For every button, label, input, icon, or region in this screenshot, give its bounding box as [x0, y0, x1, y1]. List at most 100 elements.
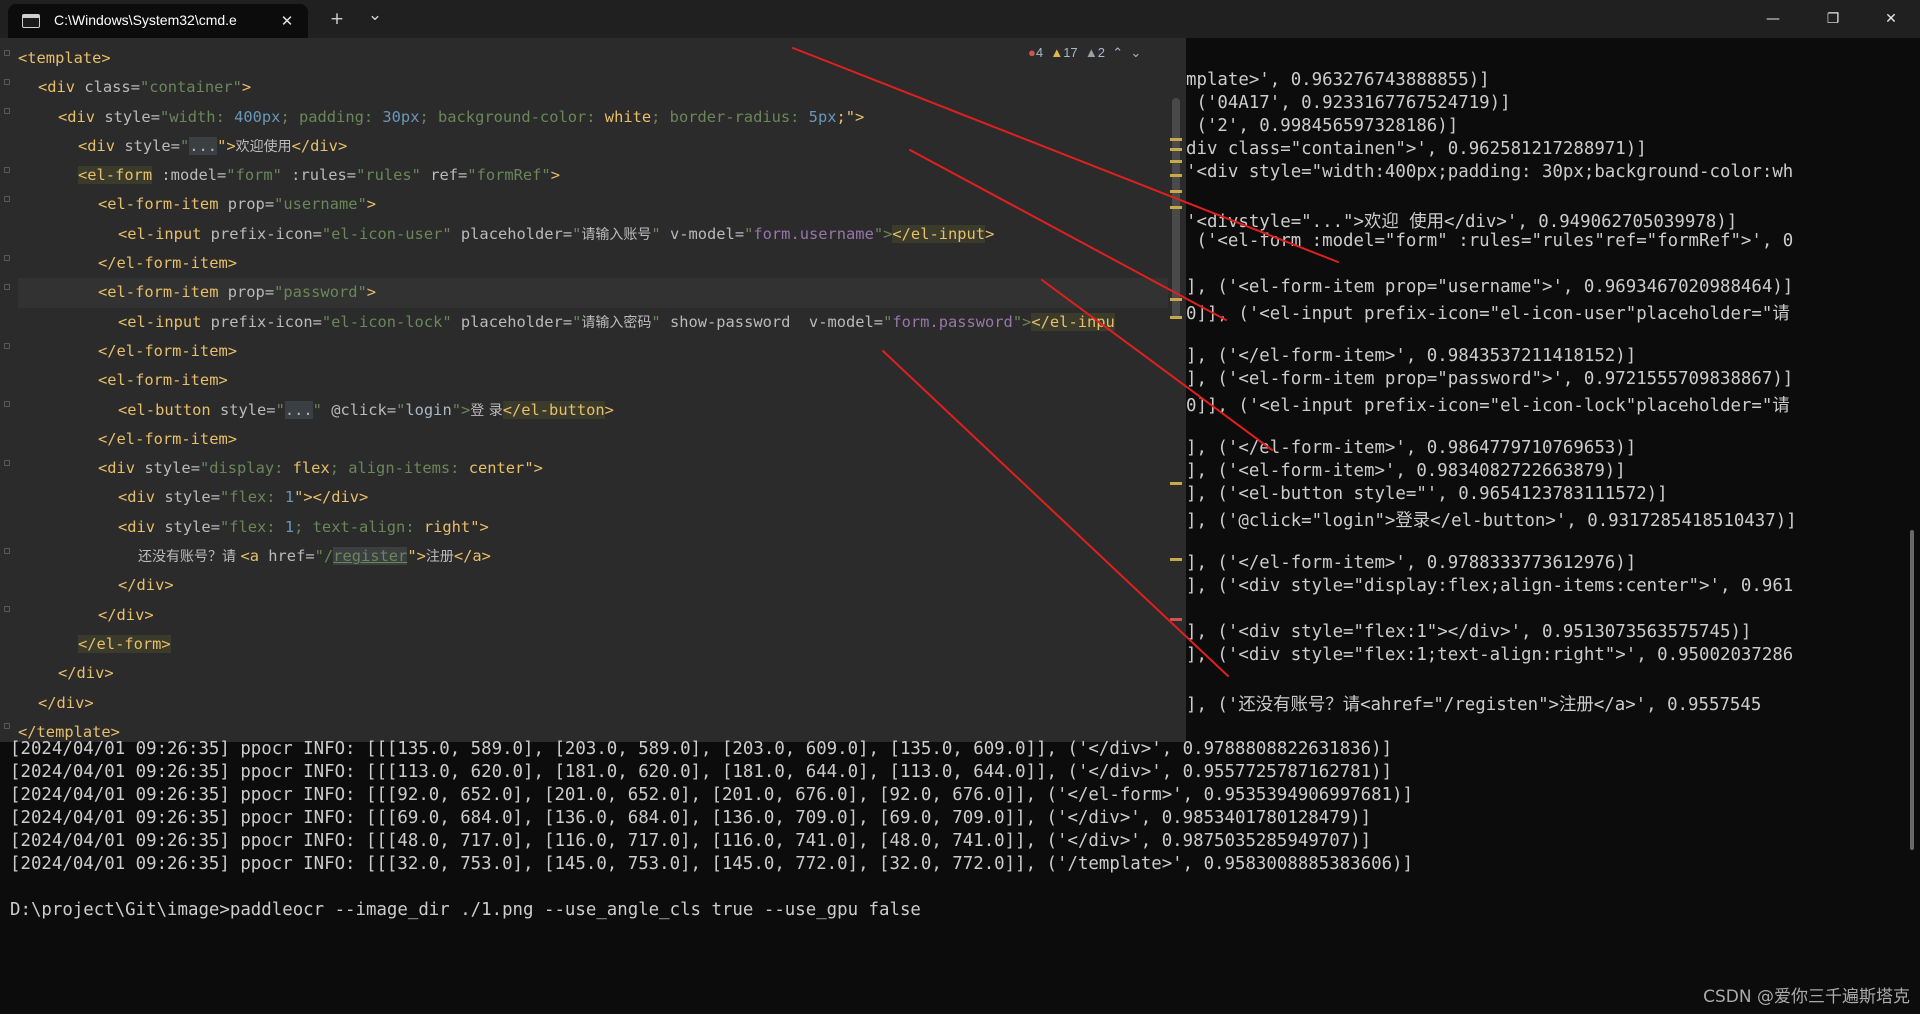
code-token: ref: [420, 166, 459, 185]
code-token: 请输入账号: [581, 226, 652, 243]
code-token: </el-form-item>: [98, 254, 237, 273]
code-token: </el-form-item>: [98, 341, 237, 360]
terminal-scrollbar[interactable]: [1910, 530, 1914, 850]
code-token: </div>: [98, 605, 154, 624]
code-token: "el-icon-lock": [321, 312, 452, 331]
warning-marker[interactable]: [1170, 190, 1182, 193]
code-token: white: [604, 107, 652, 126]
output-line: [2024/04/01 09:26:35] ppocr INFO: [[[48.…: [10, 831, 1372, 851]
output-line: ], ('</el-form-item>', 0.986477971076965…: [1186, 438, 1637, 458]
code-token: <el-form-item: [98, 195, 219, 214]
maximize-button[interactable]: ❐: [1810, 0, 1856, 38]
code-line: </div>: [18, 689, 1168, 718]
output-line: ('2', 0.998456597328186)]: [1186, 116, 1459, 136]
code-line: </el-form>: [18, 630, 1168, 659]
code-token: style: [124, 136, 171, 155]
code-token: =: [562, 312, 573, 331]
code-token: >: [366, 283, 377, 302]
code-token: ">: [873, 224, 893, 243]
fold-marker[interactable]: [4, 401, 10, 407]
warning-marker[interactable]: [1170, 206, 1182, 209]
fold-marker[interactable]: [4, 108, 10, 114]
folded-text[interactable]: ...: [189, 136, 218, 155]
code-token: >: [604, 400, 614, 419]
warning-marker[interactable]: [1170, 174, 1182, 177]
output-line: ], ('<el-form-item>', 0.9834082722663879…: [1186, 461, 1626, 481]
code-token: center: [468, 459, 525, 478]
output-line: ], ('<div style="flex:1"></div>', 0.9513…: [1186, 622, 1752, 642]
new-tab-button[interactable]: +: [322, 8, 352, 30]
output-line: ], ('<el-button style="', 0.965412378311…: [1186, 484, 1668, 504]
code-token: prefix-icon: [201, 312, 313, 331]
folded-text[interactable]: ...: [284, 400, 313, 419]
fold-marker[interactable]: [4, 50, 10, 56]
fold-marker[interactable]: [4, 343, 10, 349]
code-line: </div>: [18, 659, 1168, 688]
code-token: =: [458, 166, 468, 185]
code-token: </div>: [38, 693, 94, 712]
code-token: =: [170, 136, 180, 155]
code-token: =: [312, 312, 322, 331]
close-window-button[interactable]: ✕: [1868, 0, 1914, 38]
code-token: =: [264, 195, 275, 214]
code-token: <div: [78, 136, 125, 155]
code-token: <el-button: [118, 400, 211, 419]
fold-marker[interactable]: [4, 255, 10, 261]
code-token: show-password v-model: [660, 312, 874, 331]
code-token: =: [562, 224, 573, 243]
code-token: <div: [38, 78, 85, 97]
code-token: prefix-icon: [201, 224, 313, 243]
fold-marker[interactable]: [4, 548, 10, 554]
code-token: "rules": [356, 166, 421, 185]
code-token: =: [873, 312, 884, 331]
code-token: form.password: [892, 312, 1013, 331]
warning-marker[interactable]: [1170, 558, 1182, 561]
output-line: ('04A17', 0.9233167767524719)]: [1186, 93, 1511, 113]
fold-marker[interactable]: [4, 167, 10, 173]
close-tab-icon[interactable]: ✕: [276, 10, 298, 32]
code-token: </el-form-item>: [98, 429, 237, 448]
error-marker[interactable]: [1170, 618, 1182, 621]
fold-marker[interactable]: [4, 606, 10, 612]
code-token: 1: [284, 517, 295, 536]
output-line: 0]], ('<el-input prefix-icon="el-icon-lo…: [1186, 396, 1790, 416]
code-token: </div>: [291, 136, 348, 155]
warning-marker[interactable]: [1170, 316, 1182, 319]
output-line: 0]], ('<el-input prefix-icon="el-icon-us…: [1186, 304, 1790, 324]
fold-marker[interactable]: [4, 723, 10, 729]
code-line: <el-form :model="form" :rules="rules" re…: [18, 161, 1168, 190]
code-token: =: [150, 107, 160, 126]
warning-marker[interactable]: [1170, 482, 1182, 485]
code-token: >: [550, 166, 560, 185]
code-line: <div style="flex: 1"></div>: [18, 483, 1168, 512]
warning-marker[interactable]: [1170, 160, 1182, 163]
code-token: "password": [274, 283, 367, 302]
minimize-button[interactable]: —: [1750, 0, 1796, 38]
code-token: ; align-items:: [329, 459, 469, 478]
code-token: "flex:: [219, 488, 285, 507]
code-token: </el-inpu: [1031, 312, 1115, 331]
editor-error-stripe[interactable]: [1168, 98, 1184, 658]
code-token: ": [651, 224, 661, 243]
code-token: ">: [470, 517, 489, 536]
code-token: href: [268, 547, 306, 566]
terminal-tab[interactable]: C:\Windows\System32\cmd.e ✕: [8, 4, 308, 38]
warning-marker[interactable]: [1170, 148, 1182, 151]
code-token: >: [241, 78, 252, 97]
code-token: </el-form>: [78, 634, 171, 653]
code-token: <el-input: [118, 312, 202, 331]
fold-marker[interactable]: [4, 196, 10, 202]
code-content[interactable]: <template> <div class="container"> <div …: [18, 44, 1168, 742]
code-token: <a: [240, 547, 269, 566]
fold-marker[interactable]: [4, 79, 10, 85]
code-line: <div style="width: 400px; padding: 30px;…: [18, 103, 1168, 132]
output-line: [2024/04/01 09:26:35] ppocr INFO: [[[113…: [10, 762, 1393, 782]
warning-marker[interactable]: [1170, 138, 1182, 141]
command-prompt[interactable]: D:\project\Git\image>paddleocr --image_d…: [10, 900, 1890, 920]
code-token: "/: [314, 547, 334, 566]
warning-marker[interactable]: [1170, 298, 1182, 301]
fold-marker[interactable]: [4, 460, 10, 466]
watermark: CSDN @爱你三千遍斯塔克: [1703, 987, 1910, 1007]
fold-marker[interactable]: [4, 284, 10, 290]
tab-dropdown-button[interactable]: ⌄: [360, 4, 390, 26]
